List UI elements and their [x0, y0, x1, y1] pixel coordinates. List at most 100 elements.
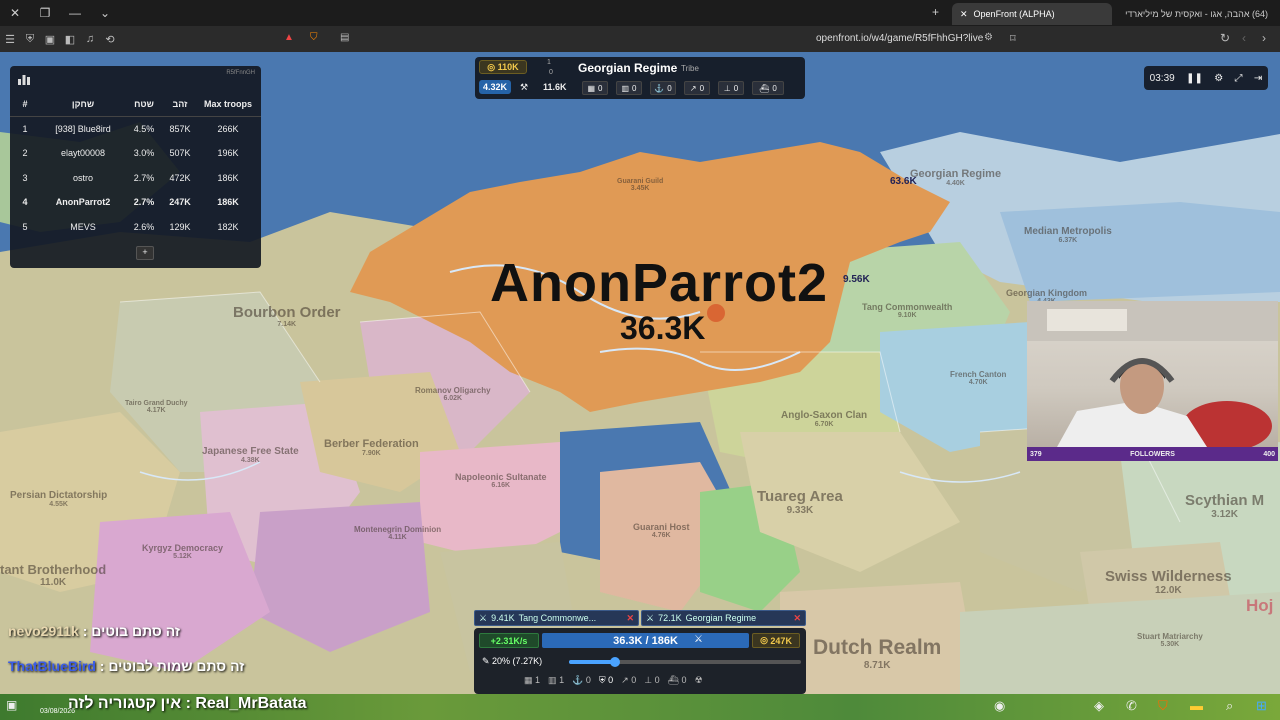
gold: 857K — [169, 123, 191, 134]
steam-icon[interactable]: ◉ — [994, 698, 1005, 714]
unit-count: 0 — [681, 675, 687, 685]
fullscreen-icon[interactable]: ⤢ — [1235, 73, 1243, 84]
build-factory[interactable]: ▥ 1 — [548, 675, 564, 686]
back-icon[interactable]: ‹ — [1242, 31, 1246, 45]
stat-value: 0 — [772, 83, 777, 93]
attack-marker: 9.56K — [843, 274, 870, 285]
chevron-down-icon[interactable]: ⌄ — [90, 6, 120, 20]
url-field[interactable]: openfront.io/w4/game/R5fFhhGH?live — [816, 33, 983, 44]
shield-icon: ⛨ — [598, 675, 606, 685]
music-icon[interactable]: ♫ — [80, 33, 100, 45]
panel-icon[interactable]: ◧ — [60, 33, 80, 46]
gear-icon[interactable]: ⚙ — [1214, 73, 1223, 84]
anchor-icon: ⚓ — [654, 83, 665, 93]
windows-icon[interactable]: ⊞ — [1256, 698, 1267, 714]
discord-icon[interactable]: ◈ — [1094, 698, 1104, 714]
gold: 472K — [169, 172, 191, 183]
search-icon[interactable]: ⌕ — [1226, 698, 1233, 714]
pause-icon[interactable]: ❚❚ — [1186, 73, 1203, 84]
header-max-troops[interactable]: Max troops — [198, 99, 258, 109]
expand-leaderboard-button[interactable]: + — [136, 246, 154, 260]
attack-troops: 72.1K — [658, 613, 682, 623]
sam-stat: ⊥ 0 — [718, 81, 744, 95]
build-nuke[interactable]: ☢ — [695, 675, 703, 686]
chat-message: nevo2911k : זה סתם בוטים — [8, 623, 180, 639]
rank: 4 — [22, 197, 28, 208]
max-troops: 186K — [217, 172, 239, 183]
territory-label: Georgian Regime 4.40K — [910, 168, 1002, 187]
gold-value: 247K — [770, 635, 792, 646]
factory-icon: ▥ — [621, 83, 630, 93]
leaderboard-row[interactable]: 3 ostro 2.7% 472K 186K — [10, 166, 261, 191]
sam-icon: ⊥ — [723, 83, 731, 93]
area: 4.5% — [133, 123, 155, 134]
whatsapp-icon[interactable]: ✆ — [1126, 698, 1137, 714]
tab-openfront[interactable]: ✕ OpenFront (ALPHA) — [952, 3, 1112, 25]
header-rank[interactable]: # — [10, 99, 40, 109]
new-tab-icon[interactable]: + — [932, 5, 939, 19]
build-defense[interactable]: ⛨ 0 — [599, 675, 613, 686]
factory-icon: ▥ — [548, 675, 557, 685]
chat-text: אין קטגוריה לזה : Real_MrBatata — [68, 695, 307, 712]
header-player[interactable]: שחקן — [40, 99, 126, 109]
attack-ratio-label: ✎ 20% (7.27K) — [482, 656, 543, 666]
leaderboard-row-self[interactable]: 4 AnonParrot2 2.7% 247K 186K — [10, 190, 261, 215]
brave-rewards-icon[interactable]: ▲ — [284, 32, 294, 43]
max-troops: 186K — [217, 197, 239, 208]
folder-icon[interactable]: ▬ — [1190, 698, 1203, 713]
leaderboard-row[interactable]: 2 elayt00008 3.0% 507K 196K — [10, 141, 261, 166]
factory-stat: ▥ 0 — [616, 81, 642, 95]
forward-icon[interactable]: › — [1262, 31, 1266, 45]
build-missile[interactable]: ↗ 0 — [621, 675, 636, 686]
browser-titlebar: ✕ ❐ — ⌄ + ✕ OpenFront (ALPHA) (64) אהבה,… — [0, 0, 1280, 26]
close-tab-icon[interactable]: ✕ — [960, 9, 968, 20]
brave-icon[interactable]: ⛉ — [1158, 698, 1168, 714]
shield-icon[interactable]: ⛨ — [20, 33, 40, 46]
build-city[interactable]: ▦ 1 — [524, 675, 540, 686]
brave-shield-icon[interactable]: ⛉ — [310, 32, 318, 43]
leaderboard-row[interactable]: 5 MEVS 2.6% 129K 182K — [10, 215, 261, 240]
reload-icon[interactable]: ↻ — [1220, 31, 1230, 45]
tab-youtube[interactable]: (64) אהבה, אגו - ואקסית של מיליארדי — [1118, 3, 1276, 25]
build-sam[interactable]: ⊥ 0 — [644, 675, 659, 686]
attack-item[interactable]: ⚔ 72.1K Georgian Regime ✕ — [641, 610, 806, 626]
anchor-icon: ⚓ — [572, 675, 584, 685]
slider-handle[interactable] — [610, 657, 621, 667]
restore-icon[interactable]: ❐ — [30, 6, 60, 20]
leaderboard-header: # שחקן שטח זהב Max troops — [10, 92, 261, 117]
attack-ratio-value: 20% (7.27K) — [492, 656, 543, 666]
build-warship[interactable]: ⛴ 0 — [668, 675, 687, 686]
city-stat: ▦ 0 — [582, 81, 608, 95]
territory-label: Napoleonic Sultanate 6.16K — [455, 472, 547, 489]
start-icon[interactable]: ▣ — [6, 698, 17, 712]
build-port[interactable]: ⚓ 0 — [572, 675, 591, 686]
player-name: elayt00008 — [60, 148, 106, 159]
leaderboard-row[interactable]: 1 [938] Blue8ird 4.5% 857K 266K — [10, 117, 261, 142]
cancel-attack-icon[interactable]: ✕ — [793, 613, 801, 624]
cancel-attack-icon[interactable]: ✕ — [626, 613, 634, 624]
attack-ratio-slider[interactable] — [569, 657, 801, 667]
site-settings-icon[interactable]: ⚙ — [984, 32, 993, 43]
gold: 507K — [169, 148, 191, 159]
attack-item[interactable]: ⚔ 9.41K Tang Commonwe... ✕ — [474, 610, 639, 626]
territory-label: French Canton 4.70K — [950, 370, 1007, 386]
main-player-troops: 36.3K — [620, 310, 706, 346]
build-bar: ▦ 1 ▥ 1 ⚓ 0 ⛨ 0 ↗ 0 ⊥ 0 ⛴ 0 ☢ — [524, 675, 703, 686]
header-area[interactable]: שטח — [126, 99, 162, 109]
sidebar-icon[interactable]: ☰ — [0, 33, 20, 46]
rank: 3 — [22, 172, 28, 183]
extensions-icon[interactable]: ⟲ — [100, 33, 120, 46]
wallet-icon[interactable]: ▣ — [40, 33, 60, 46]
territory-label: Tuareg Area 9.33K — [757, 488, 843, 516]
minimize-icon[interactable]: — — [60, 6, 90, 20]
bar-chart-icon[interactable] — [16, 71, 32, 87]
territory-label: Hoj — [1246, 596, 1274, 615]
header-gold[interactable]: זהב — [162, 99, 198, 109]
close-icon[interactable]: ✕ — [0, 6, 30, 20]
city-icon: ▦ — [524, 675, 533, 685]
rank: 5 — [22, 221, 28, 232]
exit-icon[interactable]: ⇥ — [1254, 73, 1262, 84]
game-id: R5fFnnGH — [226, 70, 255, 76]
bookmark-icon[interactable]: ⌑ — [1010, 32, 1016, 45]
reader-icon[interactable]: ▤ — [340, 32, 349, 43]
